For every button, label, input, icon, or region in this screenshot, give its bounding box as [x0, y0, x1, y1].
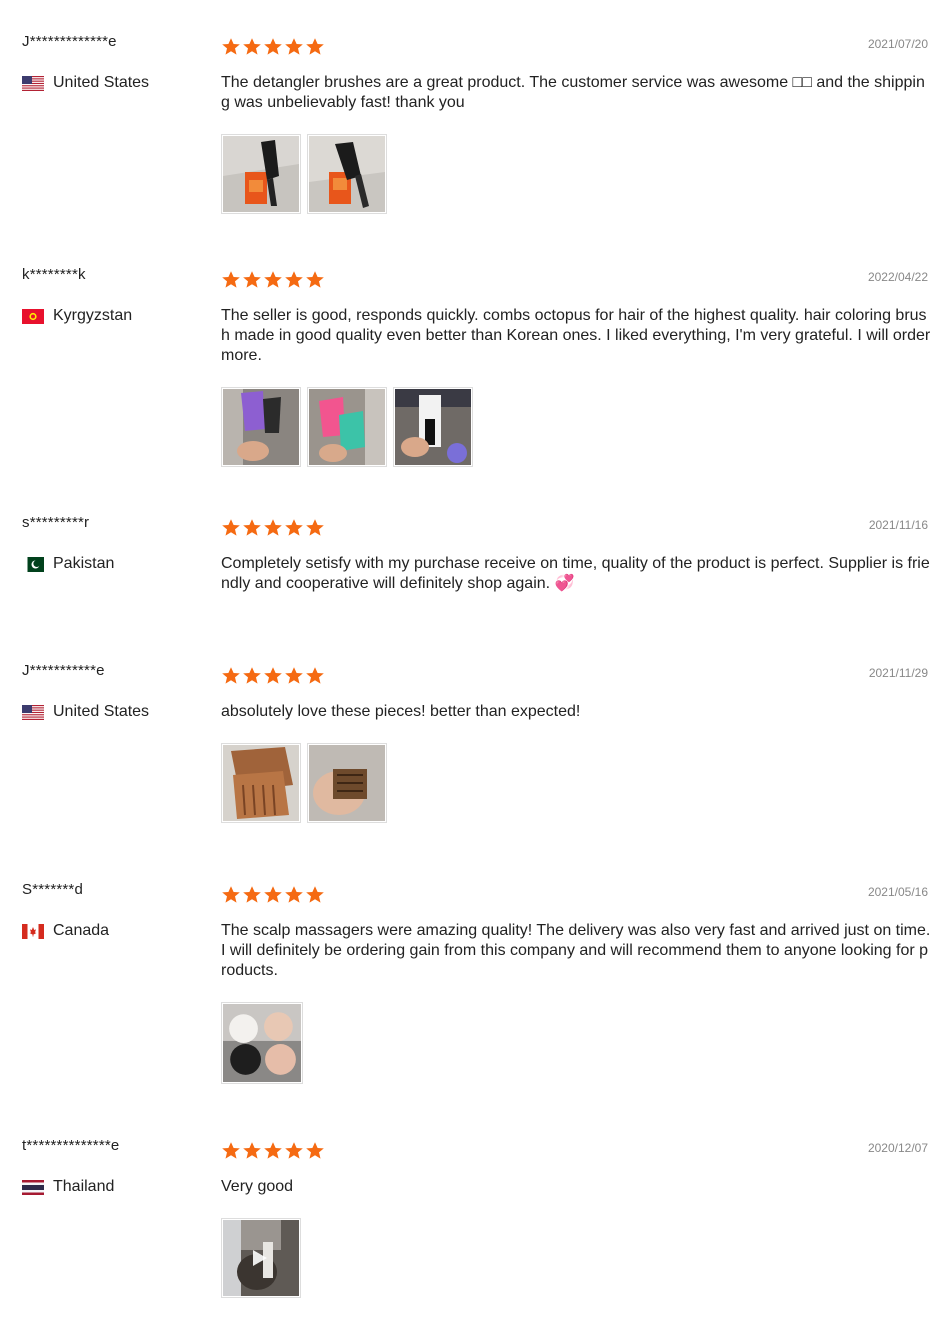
- review-photo[interactable]: [307, 743, 387, 823]
- review-photo[interactable]: [221, 134, 301, 214]
- reviewer-name: t**************e: [22, 1137, 120, 1154]
- star-icon: [263, 37, 283, 62]
- review-photos: [221, 134, 387, 214]
- star-icon: [263, 666, 283, 691]
- us-flag-icon: [22, 75, 44, 91]
- reviewer-name: s*********r: [22, 514, 90, 531]
- star-icon: [221, 270, 241, 295]
- star-icon: [221, 666, 241, 691]
- rating-stars: [221, 666, 325, 691]
- rating-stars: [221, 270, 325, 295]
- review-photo[interactable]: [307, 134, 387, 214]
- reviewer-name: k********k: [22, 266, 86, 283]
- star-icon: [305, 1141, 325, 1166]
- review-photo[interactable]: [221, 1002, 303, 1084]
- pink-teal-comb-photo: [309, 389, 385, 465]
- reviewer-country: Canada: [22, 921, 109, 941]
- review-text: The scalp massagers were amazing quality…: [221, 922, 931, 979]
- review-date: 2021/11/29: [868, 666, 928, 680]
- star-icon: [305, 518, 325, 543]
- country-name: Canada: [53, 922, 110, 939]
- us-flag-icon: [22, 704, 44, 720]
- country-name: Thailand: [53, 1178, 115, 1195]
- review-photos: [221, 743, 387, 823]
- star-icon: [242, 270, 262, 295]
- star-icon: [284, 270, 304, 295]
- ca-flag-icon: [22, 923, 44, 939]
- rating-stars: [221, 518, 325, 543]
- reviewer-country: United States: [22, 702, 149, 722]
- star-icon: [242, 1141, 262, 1166]
- star-icon: [284, 1141, 304, 1166]
- reviewer-country: Pakistan: [22, 554, 114, 574]
- review-date: 2022/04/22: [867, 270, 928, 284]
- detangler-brush-photo: [309, 136, 385, 212]
- country-name: Kyrgyzstan: [53, 307, 133, 324]
- country-name: Pakistan: [53, 555, 115, 572]
- th-flag-icon: [22, 1179, 44, 1195]
- review-text: Completely setisfy with my purchase rece…: [221, 555, 930, 592]
- star-icon: [284, 885, 304, 910]
- comb-in-hand-photo: [309, 745, 385, 821]
- reviewer-name: J***********e: [22, 662, 105, 679]
- star-icon: [242, 885, 262, 910]
- review-photo[interactable]: [221, 387, 301, 467]
- star-icon: [242, 518, 262, 543]
- rating-stars: [221, 37, 325, 62]
- star-icon: [242, 666, 262, 691]
- star-icon: [284, 518, 304, 543]
- reviewer-country: United States: [22, 73, 149, 93]
- amber-comb-photo: [223, 745, 299, 821]
- review-photos: [221, 1002, 303, 1084]
- star-icon: [305, 270, 325, 295]
- review-date: 2021/11/16: [868, 518, 928, 532]
- detangler-brush-photo: [223, 136, 299, 212]
- review-text: Very good: [221, 1178, 294, 1195]
- review-photo[interactable]: [393, 387, 473, 467]
- review-photo[interactable]: [307, 387, 387, 467]
- review-text: The detangler brushes are a great produc…: [221, 74, 925, 111]
- star-icon: [242, 37, 262, 62]
- review-photos: [221, 1218, 301, 1298]
- star-icon: [263, 885, 283, 910]
- star-icon: [305, 666, 325, 691]
- star-icon: [221, 885, 241, 910]
- star-icon: [221, 518, 241, 543]
- star-icon: [284, 37, 304, 62]
- star-icon: [263, 1141, 283, 1166]
- reviewer-country: Thailand: [22, 1177, 114, 1197]
- star-icon: [221, 37, 241, 62]
- review-photos: [221, 387, 473, 467]
- country-name: United States: [53, 703, 150, 720]
- coloring-brush-photo: [395, 389, 471, 465]
- star-icon: [263, 518, 283, 543]
- star-icon: [305, 885, 325, 910]
- review-date: 2021/05/16: [867, 885, 928, 899]
- video-thumbnail-photo: [223, 1220, 299, 1296]
- pk-flag-icon: [22, 556, 44, 572]
- review-text: The seller is good, responds quickly. co…: [221, 307, 931, 364]
- rating-stars: [221, 1141, 325, 1166]
- scalp-massagers-photo: [223, 1004, 301, 1082]
- purple-comb-photo: [223, 389, 299, 465]
- star-icon: [221, 1141, 241, 1166]
- reviewer-name: S*******d: [22, 881, 84, 898]
- rating-stars: [221, 885, 325, 910]
- country-name: United States: [53, 74, 150, 91]
- reviewer-country: Kyrgyzstan: [22, 306, 132, 326]
- review-photo[interactable]: [221, 743, 301, 823]
- star-icon: [284, 666, 304, 691]
- review-photo[interactable]: [221, 1218, 301, 1298]
- kg-flag-icon: [22, 308, 44, 324]
- review-date: 2021/07/20: [867, 37, 928, 51]
- star-icon: [305, 37, 325, 62]
- star-icon: [263, 270, 283, 295]
- review-text: absolutely love these pieces! better tha…: [221, 703, 581, 720]
- reviewer-name: J*************e: [22, 33, 117, 50]
- review-date: 2020/12/07: [867, 1141, 928, 1155]
